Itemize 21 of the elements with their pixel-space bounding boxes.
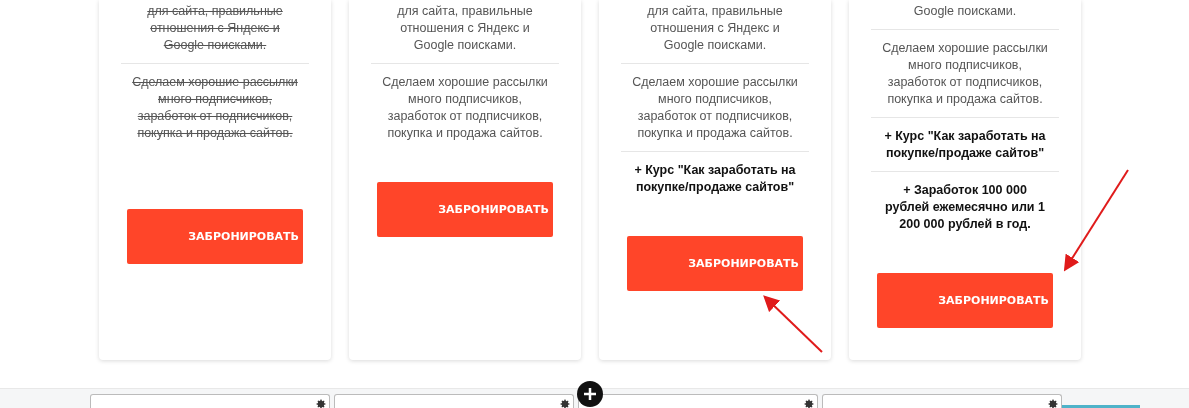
feature-text: + Курс "Как заработать на покупке/продаже сайтов" [621,151,809,205]
book-button[interactable]: ЗАБРОНИРОВАТЬ [377,182,553,237]
book-button[interactable]: ЗАБРОНИРОВАТЬ [127,209,303,264]
settings-icon[interactable] [1047,398,1059,408]
settings-icon[interactable] [315,398,327,408]
feature-text: + Курс "Как заработать на покупке/продаже сайтов" [871,117,1059,171]
feature-text: Google поисками. [912,3,1018,20]
feature-text: Сделаем хорошие рассылки много подписчиков, заработок от подписчиков, покупка и продажа сайтов. [871,29,1059,117]
book-button[interactable]: ЗАБРОНИРОВАТЬ [627,236,803,291]
annotation-arrow [763,295,823,353]
settings-icon[interactable] [559,398,571,408]
feature-text: Сделаем хорошие рассылки много подписчиков, заработок от подписчиков, покупка и продажа сайтов. [371,63,559,151]
feature-text: Сделаем хорошие рассылки много подписчиков, заработок от подписчиков, покупка и продажа сайтов. [121,63,309,151]
add-icon[interactable] [577,381,603,407]
feature-text: для сайта, правильные отношения с Яндекс и Google поисками. [396,3,534,54]
feature-text: Сделаем хорошие рассылки много подписчиков, заработок от подписчиков, покупка и продажа сайтов. [621,63,809,151]
feature-text: для сайта, правильные отношения с Яндекс и Google поисками. [646,3,784,54]
book-button[interactable]: ЗАБРОНИРОВАТЬ [877,273,1053,328]
settings-icon[interactable] [803,398,815,408]
feature-text: + Заработок 100 000 рублей ежемесячно или 1 200 000 рублей в год. [871,171,1059,242]
feature-text: для сайта, правильные отношения с Яндекс и Google поисками. [146,3,284,54]
